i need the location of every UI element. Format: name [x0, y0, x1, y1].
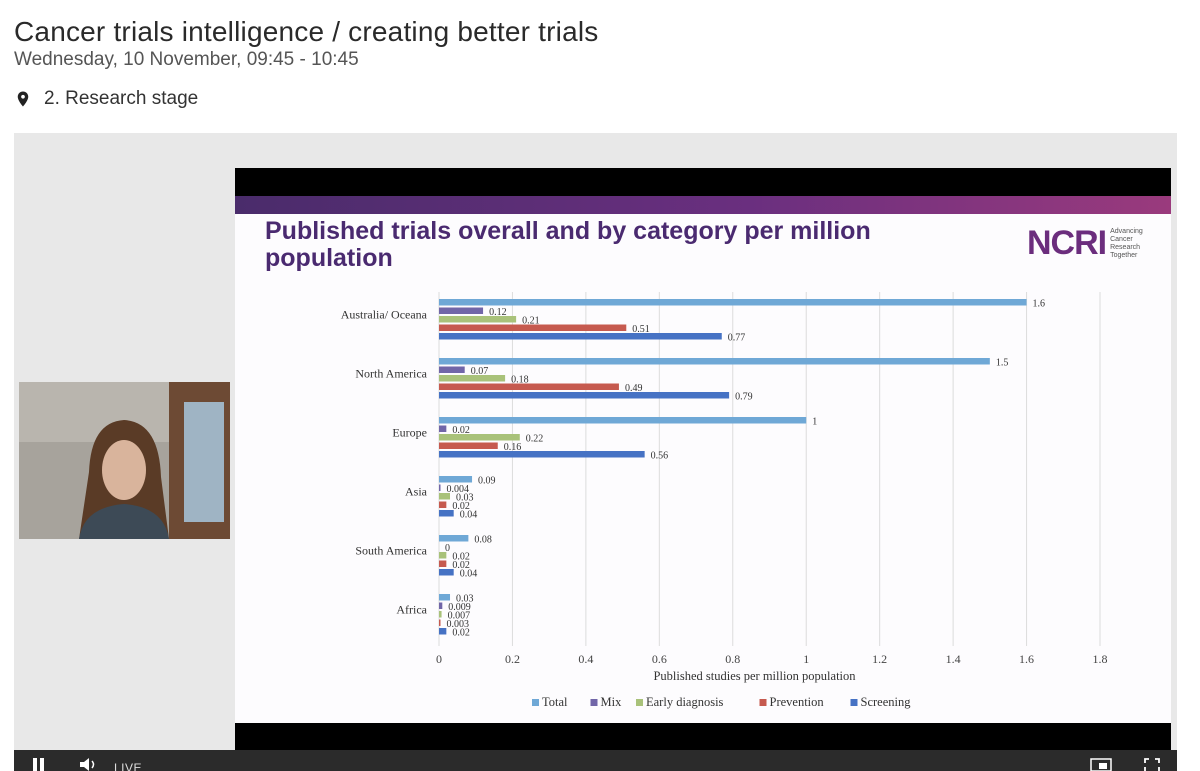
speaker-video-frame [19, 382, 230, 539]
bar [439, 628, 447, 635]
category-label: Australia/ Oceana [341, 308, 428, 322]
x-tick-label: 0.6 [652, 652, 667, 666]
bar [439, 358, 990, 365]
bar [439, 501, 447, 508]
legend-label: Early diagnosis [646, 695, 724, 709]
data-label: 0.56 [651, 451, 669, 462]
bar [439, 484, 441, 491]
bar [439, 594, 451, 601]
x-tick-label: 0.4 [578, 652, 593, 666]
bar [439, 316, 517, 323]
bar [439, 611, 442, 618]
bar [439, 619, 441, 626]
data-label: 1.6 [1033, 299, 1046, 310]
bar [439, 602, 443, 609]
legend-label: Prevention [770, 695, 825, 709]
video-player[interactable]: Published trials overall and by category… [14, 133, 1177, 771]
session-location: 2. Research stage [14, 88, 198, 110]
legend-swatch [636, 699, 643, 706]
bar [439, 476, 473, 483]
pause-icon[interactable] [32, 758, 46, 771]
map-pin-icon [17, 91, 29, 107]
bar [439, 493, 451, 500]
bar [439, 366, 465, 373]
bar [439, 324, 627, 331]
data-label: 0.04 [460, 569, 478, 580]
x-tick-label: 0.8 [725, 652, 740, 666]
category-label: Europe [392, 426, 427, 440]
data-label: 0.79 [735, 392, 753, 403]
x-axis-title: Published studies per million population [653, 669, 856, 683]
volume-icon[interactable] [80, 758, 98, 771]
bar [439, 307, 484, 314]
legend-label: Mix [601, 695, 623, 709]
bar [439, 392, 730, 399]
legend-swatch [532, 699, 539, 706]
bar [439, 383, 619, 390]
bar [439, 299, 1027, 306]
legend-label: Total [542, 695, 568, 709]
bar-chart: 0 0.2 0.4 0.6 0.8 1 1.2 1.4 1.6 1.8 Australia/ Oce… [341, 292, 1108, 709]
location-label: 2. Research stage [44, 88, 199, 109]
slide-frame: Published trials overall and by category… [235, 168, 1171, 752]
x-tick-label: 1.2 [872, 652, 887, 666]
bar [439, 434, 520, 441]
legend-swatch [590, 699, 598, 706]
category-label: Africa [396, 603, 427, 617]
data-label: 0.02 [452, 628, 470, 639]
presentation-slide: Published trials overall and by category… [235, 196, 1171, 723]
bar [439, 333, 722, 340]
data-label: 0.04 [460, 510, 478, 521]
data-label: 0.77 [728, 333, 746, 344]
bar [439, 442, 498, 449]
bar [439, 451, 645, 458]
player-controls: LIVE [14, 750, 1177, 771]
x-tick-label: 0.2 [505, 652, 520, 666]
bar [439, 510, 454, 517]
legend-swatch [759, 699, 767, 706]
picture-in-picture-icon[interactable] [1090, 758, 1112, 771]
bar [439, 569, 454, 576]
x-tick-label: 1.4 [946, 652, 961, 666]
x-tick-label: 1.8 [1093, 652, 1108, 666]
bar [439, 375, 506, 382]
data-label: 0.09 [478, 476, 496, 487]
data-label: 0.22 [526, 434, 544, 445]
legend-swatch [850, 699, 858, 706]
x-tick-label: 1.6 [1019, 652, 1034, 666]
bar [439, 417, 807, 424]
bar [439, 560, 447, 567]
fullscreen-icon[interactable] [1144, 758, 1160, 771]
bar [439, 535, 469, 542]
category-label: South America [355, 544, 427, 558]
bar [439, 552, 447, 559]
category-label: Asia [405, 485, 428, 499]
x-tick-label: 1 [803, 652, 809, 666]
speaker-video [19, 382, 230, 539]
live-label: LIVE [114, 761, 143, 771]
data-label: 1.5 [996, 358, 1009, 369]
data-label: 0.08 [474, 535, 492, 546]
category-label: North America [355, 367, 427, 381]
x-tick-label: 0 [436, 652, 442, 666]
bar [439, 425, 447, 432]
session-title: Cancer trials intelligence / creating be… [14, 16, 599, 47]
session-time: Wednesday, 10 November, 09:45 - 10:45 [14, 49, 359, 70]
data-label: 1 [812, 417, 817, 428]
legend-label: Screening [861, 695, 912, 709]
